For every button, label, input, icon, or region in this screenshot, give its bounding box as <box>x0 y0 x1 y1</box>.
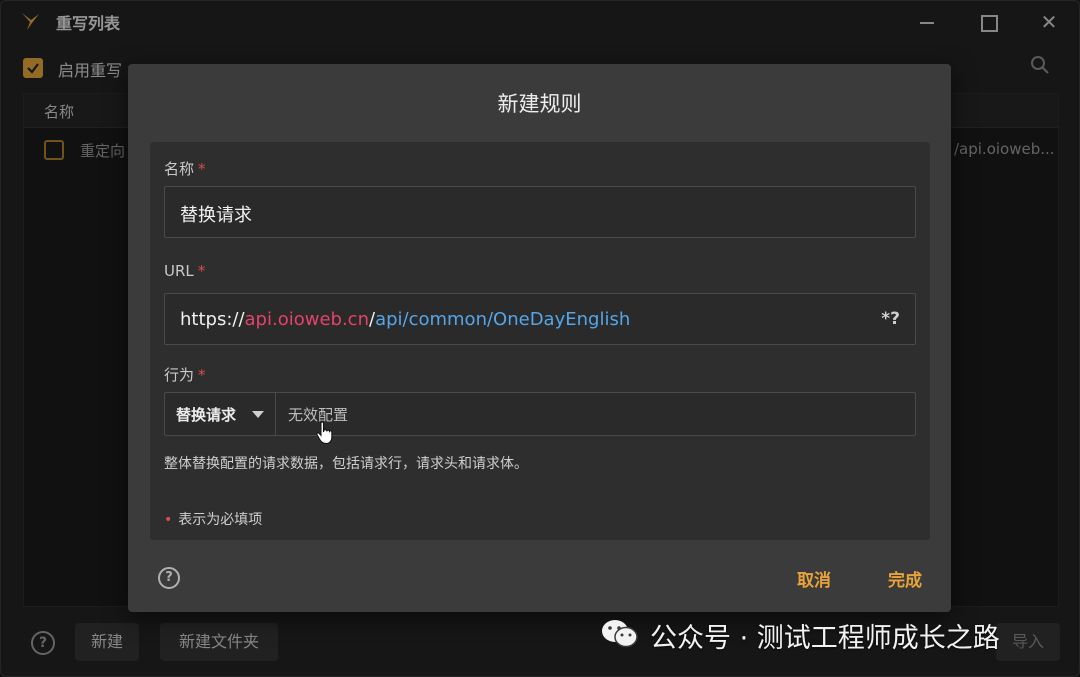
url-scheme: https:// <box>180 309 245 330</box>
name-label: 名称 * <box>164 158 206 179</box>
watermark-text: 公众号 · 测试工程师成长之路 <box>650 623 1000 654</box>
url-label: URL * <box>164 262 205 280</box>
action-hint: 整体替换配置的请求数据，包括请求行，请求头和请求体。 <box>164 456 528 472</box>
url-label-text: URL <box>164 262 194 280</box>
action-field: 替换请求 无效配置 <box>164 392 916 445</box>
wildcard-toggle[interactable]: *? <box>881 309 900 329</box>
url-value: https://api.oioweb.cn/api/common/OneDayE… <box>180 309 630 330</box>
help-icon[interactable]: ? <box>158 567 180 589</box>
new-rule-dialog: 新建规则 名称 * 替换请求 URL * https://api.oioweb.cn… <box>128 64 951 612</box>
cancel-button[interactable]: 取消 <box>797 566 831 591</box>
action-type-select[interactable]: 替换请求 <box>165 393 276 435</box>
required-note-text: 表示为必填项 <box>178 512 263 528</box>
name-label-text: 名称 <box>164 160 195 178</box>
action-label-text: 行为 <box>164 366 195 384</box>
url-host: api.oioweb.cn <box>244 309 369 330</box>
name-field[interactable]: 替换请求 <box>164 186 916 238</box>
action-type-value: 替换请求 <box>176 406 237 424</box>
dropdown-caret-icon <box>252 411 264 418</box>
done-button[interactable]: 完成 <box>888 566 922 591</box>
required-dot: • <box>164 512 173 528</box>
mouse-pointer-icon <box>316 421 333 445</box>
url-field[interactable]: https://api.oioweb.cn/api/common/OneDayE… <box>164 293 916 345</box>
required-mark: * <box>198 160 206 178</box>
required-note: • 表示为必填项 <box>164 509 262 529</box>
required-mark: * <box>198 366 206 384</box>
name-value: 替换请求 <box>180 205 252 226</box>
url-path: api/common/OneDayEnglish <box>375 309 631 330</box>
wechat-icon <box>602 620 638 648</box>
dialog-form: 名称 * 替换请求 URL * https://api.oioweb.cn/api/… <box>150 142 930 540</box>
required-mark: * <box>197 262 206 280</box>
dialog-title: 新建规则 <box>497 92 582 116</box>
action-label: 行为 * <box>164 364 206 385</box>
